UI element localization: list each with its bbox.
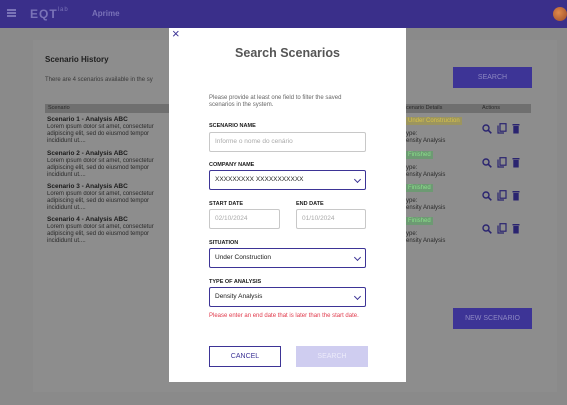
trash-icon[interactable] <box>512 123 520 134</box>
company-name-select[interactable]: XXXXXXXXX XXXXXXXXXXX <box>209 170 366 190</box>
status-badge: Under Construction <box>406 117 462 125</box>
row-type: ype: ensity Analysis <box>406 231 445 245</box>
row-actions <box>482 223 520 234</box>
cancel-button[interactable]: CANCEL <box>209 346 281 367</box>
col-actions: Actions <box>482 105 501 111</box>
analysis-type-label: TYPE OF ANALYSIS <box>209 279 262 285</box>
end-date-input[interactable]: 01/10/2024 <box>296 209 366 229</box>
page-title: Scenario History <box>45 55 109 64</box>
row-type-label: ype: <box>406 165 418 171</box>
company-name-label: COMPANY NAME <box>209 162 255 168</box>
search-scenarios-modal: × Search Scenarios Please provide at lea… <box>169 27 406 382</box>
modal-title: Search Scenarios <box>235 46 340 60</box>
row-type-label: ype: <box>406 198 418 204</box>
copy-icon[interactable] <box>497 123 507 134</box>
hamburger-menu-icon[interactable] <box>7 9 16 17</box>
row-type-value: ensity Analysis <box>406 138 446 144</box>
status-badge: Finished <box>406 217 433 225</box>
row-actions <box>482 123 520 134</box>
chevron-down-icon <box>353 175 362 184</box>
search-icon[interactable] <box>482 123 492 134</box>
row-actions <box>482 157 520 168</box>
history-subtitle: There are 4 scenarios available in the s… <box>45 77 153 83</box>
date-error-message: Please enter an end date that is later t… <box>209 313 359 319</box>
search-icon[interactable] <box>482 223 492 234</box>
row-title: Scenario 2 - Analysis ABC <box>47 150 128 157</box>
row-type: ype: ensity Analysis <box>406 165 445 179</box>
row-description: Lorem ipsum dolor sit amet, consectetur … <box>47 124 154 144</box>
scenario-name-input[interactable]: Informe o nome do cenário <box>209 132 366 152</box>
row-title: Scenario 1 - Analysis ABC <box>47 116 128 123</box>
row-title: Scenario 4 - Analysis ABC <box>47 216 128 223</box>
col-details: cenario Details <box>406 105 443 111</box>
end-date-label: END DATE <box>296 201 324 207</box>
modal-intro: Please provide at least one field to fil… <box>209 95 342 108</box>
user-avatar[interactable] <box>553 7 567 21</box>
row-type-label: ype: <box>406 231 418 237</box>
row-title: Scenario 3 - Analysis ABC <box>47 183 128 190</box>
search-icon[interactable] <box>482 157 492 168</box>
row-type-label: ype: <box>406 131 418 137</box>
row-type-value: ensity Analysis <box>406 205 446 211</box>
row-type-value: ensity Analysis <box>406 238 446 244</box>
top-bar: EQTlab Aprime <box>0 0 567 28</box>
start-date-label: START DATE <box>209 201 244 207</box>
chevron-down-icon <box>353 253 362 262</box>
row-type: ype: ensity Analysis <box>406 198 445 212</box>
open-search-button[interactable]: SEARCH <box>453 67 532 88</box>
trash-icon[interactable] <box>512 190 520 201</box>
analysis-type-value: Density Analysis <box>215 293 263 300</box>
new-scenario-button[interactable]: NEW SCENARIO <box>453 308 532 329</box>
status-badge: Finished <box>406 151 433 159</box>
search-icon[interactable] <box>482 190 492 201</box>
trash-icon[interactable] <box>512 157 520 168</box>
row-description: Lorem ipsum dolor sit amet, consectetur … <box>47 158 154 178</box>
copy-icon[interactable] <box>497 223 507 234</box>
trash-icon[interactable] <box>512 223 520 234</box>
row-description: Lorem ipsum dolor sit amet, consectetur … <box>47 224 154 244</box>
logo-text: EQT <box>30 7 58 21</box>
situation-label: SITUATION <box>209 240 239 246</box>
chevron-down-icon <box>353 292 362 301</box>
copy-icon[interactable] <box>497 190 507 201</box>
status-badge: Finished <box>406 184 433 192</box>
logo-sup: lab <box>57 7 69 13</box>
row-type-value: ensity Analysis <box>406 172 446 178</box>
scenario-name-label: SCENARIO NAME <box>209 123 256 129</box>
situation-select[interactable]: Under Construction <box>209 248 366 268</box>
start-date-input[interactable]: 02/10/2024 <box>209 209 280 229</box>
app-logo: EQTlab <box>30 7 69 21</box>
situation-value: Under Construction <box>215 254 271 261</box>
close-icon[interactable]: × <box>172 27 180 41</box>
product-name: Aprime <box>92 9 120 18</box>
analysis-type-select[interactable]: Density Analysis <box>209 287 366 307</box>
row-description: Lorem ipsum dolor sit amet, consectetur … <box>47 191 154 211</box>
copy-icon[interactable] <box>497 157 507 168</box>
row-type: ype: ensity Analysis <box>406 131 445 145</box>
company-name-value: XXXXXXXXX XXXXXXXXXXX <box>215 176 304 183</box>
col-scenario: Scenario <box>48 105 70 111</box>
search-button[interactable]: SEARCH <box>296 346 368 367</box>
row-actions <box>482 190 520 201</box>
